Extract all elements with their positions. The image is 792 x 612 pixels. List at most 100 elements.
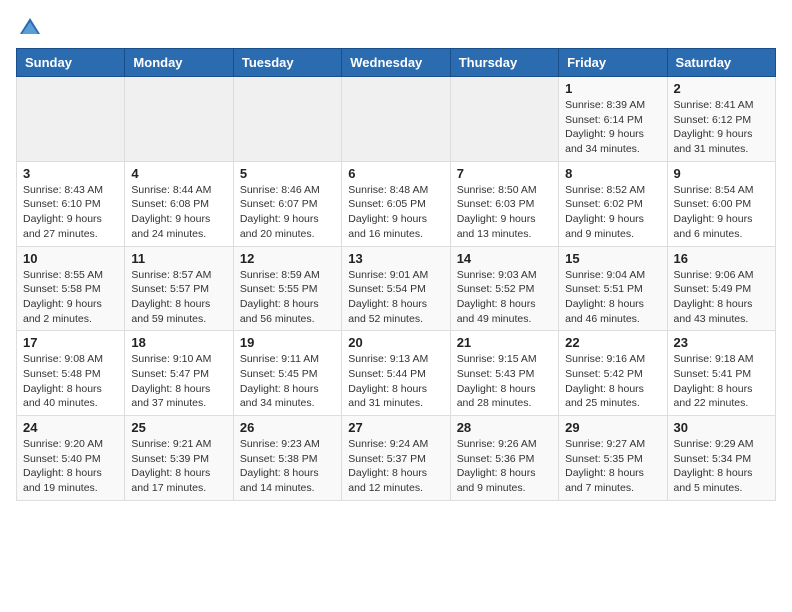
calendar-day-cell: 16 Sunrise: 9:06 AM Sunset: 5:49 PM Dayli… xyxy=(667,246,775,331)
calendar-day-cell: 3 Sunrise: 8:43 AM Sunset: 6:10 PM Daylig… xyxy=(17,161,125,246)
day-info: Sunrise: 9:10 AM Sunset: 5:47 PM Dayligh… xyxy=(131,352,226,411)
calendar-week-row: 17 Sunrise: 9:08 AM Sunset: 5:48 PM Dayli… xyxy=(17,331,776,416)
day-number: 27 xyxy=(348,420,443,435)
calendar-day-cell xyxy=(450,77,558,162)
calendar-day-cell: 8Sunrise: 8:52 AM Sunset: 6:02 PM Daylig… xyxy=(559,161,667,246)
calendar: SundayMondayTuesdayWednesdayThursdayFrid… xyxy=(16,48,776,501)
calendar-week-row: 3 Sunrise: 8:43 AM Sunset: 6:10 PM Daylig… xyxy=(17,161,776,246)
calendar-day-cell: 6Sunrise: 8:48 AM Sunset: 6:05 PM Daylig… xyxy=(342,161,450,246)
day-info: Sunrise: 8:48 AM Sunset: 6:05 PM Dayligh… xyxy=(348,183,443,242)
day-number: 10 xyxy=(23,251,118,266)
day-info: Sunrise: 9:15 AM Sunset: 5:43 PM Dayligh… xyxy=(457,352,552,411)
weekday-header: Saturday xyxy=(667,49,775,77)
logo xyxy=(16,16,42,40)
calendar-day-cell: 12 Sunrise: 8:59 AM Sunset: 5:55 PM Dayli… xyxy=(233,246,341,331)
day-info: Sunrise: 9:13 AM Sunset: 5:44 PM Dayligh… xyxy=(348,352,443,411)
calendar-day-cell xyxy=(342,77,450,162)
day-number: 12 xyxy=(240,251,335,266)
day-info: Sunrise: 9:16 AM Sunset: 5:42 PM Dayligh… xyxy=(565,352,660,411)
calendar-day-cell: 10 Sunrise: 8:55 AM Sunset: 5:58 PM Dayli… xyxy=(17,246,125,331)
day-info: Sunrise: 9:04 AM Sunset: 5:51 PM Dayligh… xyxy=(565,268,660,327)
day-info: Sunrise: 8:52 AM Sunset: 6:02 PM Dayligh… xyxy=(565,183,660,242)
day-number: 30 xyxy=(674,420,769,435)
calendar-day-cell: 23Sunrise: 9:18 AM Sunset: 5:41 PM Dayli… xyxy=(667,331,775,416)
calendar-day-cell: 13 Sunrise: 9:01 AM Sunset: 5:54 PM Dayli… xyxy=(342,246,450,331)
day-number: 28 xyxy=(457,420,552,435)
day-info: Sunrise: 9:23 AM Sunset: 5:38 PM Dayligh… xyxy=(240,437,335,496)
day-number: 14 xyxy=(457,251,552,266)
calendar-day-cell: 25 Sunrise: 9:21 AM Sunset: 5:39 PM Dayli… xyxy=(125,416,233,501)
header xyxy=(16,16,776,40)
calendar-day-cell: 30 Sunrise: 9:29 AM Sunset: 5:34 PM Dayli… xyxy=(667,416,775,501)
calendar-day-cell xyxy=(233,77,341,162)
day-info: Sunrise: 9:24 AM Sunset: 5:37 PM Dayligh… xyxy=(348,437,443,496)
calendar-day-cell: 15 Sunrise: 9:04 AM Sunset: 5:51 PM Dayli… xyxy=(559,246,667,331)
day-number: 7 xyxy=(457,166,552,181)
calendar-week-row: 24 Sunrise: 9:20 AM Sunset: 5:40 PM Dayli… xyxy=(17,416,776,501)
day-number: 15 xyxy=(565,251,660,266)
day-info: Sunrise: 8:39 AM Sunset: 6:14 PM Dayligh… xyxy=(565,98,660,157)
day-number: 29 xyxy=(565,420,660,435)
calendar-day-cell: 1 Sunrise: 8:39 AM Sunset: 6:14 PM Daylig… xyxy=(559,77,667,162)
day-info: Sunrise: 9:21 AM Sunset: 5:39 PM Dayligh… xyxy=(131,437,226,496)
day-number: 21 xyxy=(457,335,552,350)
day-info: Sunrise: 8:43 AM Sunset: 6:10 PM Dayligh… xyxy=(23,183,118,242)
day-info: Sunrise: 9:03 AM Sunset: 5:52 PM Dayligh… xyxy=(457,268,552,327)
calendar-day-cell: 28Sunrise: 9:26 AM Sunset: 5:36 PM Dayli… xyxy=(450,416,558,501)
logo-icon xyxy=(18,16,42,40)
calendar-day-cell xyxy=(17,77,125,162)
calendar-week-row: 1 Sunrise: 8:39 AM Sunset: 6:14 PM Daylig… xyxy=(17,77,776,162)
day-info: Sunrise: 9:29 AM Sunset: 5:34 PM Dayligh… xyxy=(674,437,769,496)
day-number: 5 xyxy=(240,166,335,181)
day-info: Sunrise: 9:27 AM Sunset: 5:35 PM Dayligh… xyxy=(565,437,660,496)
calendar-day-cell: 14 Sunrise: 9:03 AM Sunset: 5:52 PM Dayli… xyxy=(450,246,558,331)
day-info: Sunrise: 9:08 AM Sunset: 5:48 PM Dayligh… xyxy=(23,352,118,411)
calendar-day-cell: 5 Sunrise: 8:46 AM Sunset: 6:07 PM Daylig… xyxy=(233,161,341,246)
day-info: Sunrise: 8:59 AM Sunset: 5:55 PM Dayligh… xyxy=(240,268,335,327)
day-info: Sunrise: 8:46 AM Sunset: 6:07 PM Dayligh… xyxy=(240,183,335,242)
calendar-day-cell: 2Sunrise: 8:41 AM Sunset: 6:12 PM Daylig… xyxy=(667,77,775,162)
calendar-week-row: 10 Sunrise: 8:55 AM Sunset: 5:58 PM Dayli… xyxy=(17,246,776,331)
day-number: 9 xyxy=(674,166,769,181)
day-number: 25 xyxy=(131,420,226,435)
day-info: Sunrise: 9:20 AM Sunset: 5:40 PM Dayligh… xyxy=(23,437,118,496)
day-number: 4 xyxy=(131,166,226,181)
calendar-day-cell: 26 Sunrise: 9:23 AM Sunset: 5:38 PM Dayli… xyxy=(233,416,341,501)
day-number: 17 xyxy=(23,335,118,350)
calendar-day-cell: 20 Sunrise: 9:13 AM Sunset: 5:44 PM Dayli… xyxy=(342,331,450,416)
day-number: 13 xyxy=(348,251,443,266)
calendar-header-row: SundayMondayTuesdayWednesdayThursdayFrid… xyxy=(17,49,776,77)
day-info: Sunrise: 9:06 AM Sunset: 5:49 PM Dayligh… xyxy=(674,268,769,327)
calendar-day-cell xyxy=(125,77,233,162)
weekday-header: Sunday xyxy=(17,49,125,77)
calendar-day-cell: 18 Sunrise: 9:10 AM Sunset: 5:47 PM Dayli… xyxy=(125,331,233,416)
day-number: 26 xyxy=(240,420,335,435)
weekday-header: Monday xyxy=(125,49,233,77)
calendar-day-cell: 29 Sunrise: 9:27 AM Sunset: 5:35 PM Dayli… xyxy=(559,416,667,501)
calendar-day-cell: 22 Sunrise: 9:16 AM Sunset: 5:42 PM Dayli… xyxy=(559,331,667,416)
day-info: Sunrise: 8:50 AM Sunset: 6:03 PM Dayligh… xyxy=(457,183,552,242)
day-number: 22 xyxy=(565,335,660,350)
day-info: Sunrise: 9:11 AM Sunset: 5:45 PM Dayligh… xyxy=(240,352,335,411)
day-info: Sunrise: 8:55 AM Sunset: 5:58 PM Dayligh… xyxy=(23,268,118,327)
calendar-day-cell: 24 Sunrise: 9:20 AM Sunset: 5:40 PM Dayli… xyxy=(17,416,125,501)
day-info: Sunrise: 8:41 AM Sunset: 6:12 PM Dayligh… xyxy=(674,98,769,157)
weekday-header: Friday xyxy=(559,49,667,77)
day-number: 16 xyxy=(674,251,769,266)
weekday-header: Thursday xyxy=(450,49,558,77)
calendar-day-cell: 17 Sunrise: 9:08 AM Sunset: 5:48 PM Dayli… xyxy=(17,331,125,416)
weekday-header: Tuesday xyxy=(233,49,341,77)
day-number: 3 xyxy=(23,166,118,181)
day-number: 24 xyxy=(23,420,118,435)
day-number: 18 xyxy=(131,335,226,350)
day-number: 20 xyxy=(348,335,443,350)
weekday-header: Wednesday xyxy=(342,49,450,77)
day-number: 1 xyxy=(565,81,660,96)
calendar-day-cell: 21 Sunrise: 9:15 AM Sunset: 5:43 PM Dayli… xyxy=(450,331,558,416)
day-number: 11 xyxy=(131,251,226,266)
day-info: Sunrise: 8:44 AM Sunset: 6:08 PM Dayligh… xyxy=(131,183,226,242)
day-info: Sunrise: 8:54 AM Sunset: 6:00 PM Dayligh… xyxy=(674,183,769,242)
day-info: Sunrise: 9:01 AM Sunset: 5:54 PM Dayligh… xyxy=(348,268,443,327)
calendar-day-cell: 27 Sunrise: 9:24 AM Sunset: 5:37 PM Dayli… xyxy=(342,416,450,501)
calendar-day-cell: 11Sunrise: 8:57 AM Sunset: 5:57 PM Dayli… xyxy=(125,246,233,331)
